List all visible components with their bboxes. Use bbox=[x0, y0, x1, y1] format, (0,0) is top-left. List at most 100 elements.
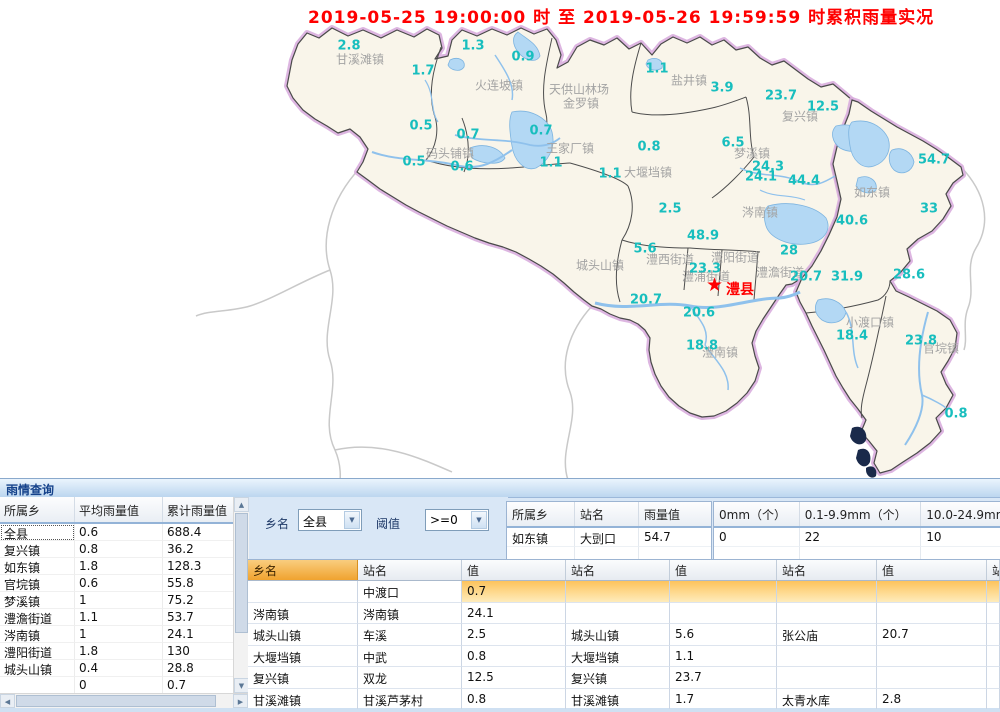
panel-titlebar: 雨情查询 bbox=[0, 479, 1000, 498]
rainfall-value-label: 1.7 bbox=[411, 64, 434, 79]
table-row[interactable]: 如东镇1.8128.3 bbox=[0, 558, 233, 575]
detail-table-body: 中渡口0.7涔南镇涔南镇24.1城头山镇车溪2.5城头山镇5.6张公庙20.7大… bbox=[248, 581, 1000, 709]
station-table-header: 所属乡 站名 雨量值 bbox=[507, 502, 711, 528]
col-header-total-rain[interactable]: 累计雨量值 bbox=[163, 497, 233, 522]
table-cell: 张公庙 bbox=[777, 624, 877, 646]
table-cell: 75.2 bbox=[163, 592, 233, 609]
table-cell: 0.6 bbox=[75, 524, 163, 541]
col-header[interactable]: 站名 bbox=[358, 560, 462, 580]
county-marker-star: ★ bbox=[706, 276, 723, 295]
table-cell bbox=[877, 667, 987, 689]
table-row[interactable]: 城头山镇车溪2.5城头山镇5.6张公庙20.7 bbox=[248, 624, 1000, 646]
table-cell bbox=[0, 677, 75, 694]
rain-bucket-stats-table: 0mm（个） 0.1-9.9mm（个） 10.0-24.9mm（个） 0 22 … bbox=[713, 501, 1000, 561]
scrollbar-thumb[interactable] bbox=[235, 513, 248, 633]
rainfall-value-label: 31.9 bbox=[831, 270, 863, 285]
map-title: 2019-05-25 19:00:00 时 至 2019-05-26 19:59… bbox=[308, 3, 968, 28]
col-header-avg-rain[interactable]: 平均雨量值 bbox=[75, 497, 163, 522]
table-cell bbox=[566, 581, 670, 603]
table-cell bbox=[987, 646, 1000, 668]
table-cell bbox=[987, 603, 1000, 625]
station-detail-table: 乡名站名值站名值站名值站 中渡口0.7涔南镇涔南镇24.1城头山镇车溪2.5城头… bbox=[248, 559, 1000, 709]
table-row[interactable]: 澧阳街道1.8130 bbox=[0, 643, 233, 660]
col-header-0.1-9.9mm[interactable]: 0.1-9.9mm（个） bbox=[800, 502, 922, 526]
col-header-township[interactable]: 所属乡 bbox=[0, 497, 75, 522]
table-cell bbox=[987, 581, 1000, 603]
table-cell bbox=[248, 581, 358, 603]
scroll-down-icon[interactable]: ▼ bbox=[234, 678, 249, 693]
table-row[interactable]: 梦溪镇175.2 bbox=[0, 592, 233, 609]
col-header-station[interactable]: 站名 bbox=[575, 502, 639, 526]
table-cell: 130 bbox=[163, 643, 233, 660]
rainfall-value-label: 12.5 bbox=[807, 100, 839, 115]
table-cell: 如东镇 bbox=[0, 558, 75, 575]
map-canvas[interactable]: 甘溪滩镇火连坡镇天供山林场金罗镇盐井镇复兴镇码头铺镇王家厂镇大堰垱镇梦溪镇涔南镇… bbox=[0, 0, 1000, 480]
township-combobox[interactable]: 全县 ▼ bbox=[298, 509, 362, 531]
table-cell: 1.8 bbox=[75, 558, 163, 575]
query-panel: 雨情查询 所属乡 平均雨量值 累计雨量值 全县0.6688.4复兴镇0.836.… bbox=[0, 478, 1000, 712]
horizontal-scrollbar[interactable]: ◀ ▶ bbox=[0, 693, 248, 709]
table-row[interactable]: 复兴镇0.836.2 bbox=[0, 541, 233, 558]
table-cell bbox=[987, 689, 1000, 710]
col-header[interactable]: 值 bbox=[462, 560, 566, 580]
rainfall-value-label: 0.8 bbox=[637, 140, 660, 155]
table-row[interactable]: 涔南镇涔南镇24.1 bbox=[248, 603, 1000, 625]
table-row[interactable]: 0 22 10 bbox=[714, 528, 1000, 547]
table-row[interactable]: 复兴镇双龙12.5复兴镇23.7 bbox=[248, 667, 1000, 689]
table-cell: 55.8 bbox=[163, 575, 233, 592]
table-row[interactable]: 澧澹街道1.153.7 bbox=[0, 609, 233, 626]
stats-table-header: 0mm（个） 0.1-9.9mm（个） 10.0-24.9mm（个） bbox=[714, 502, 1000, 528]
col-header-10-24.9mm[interactable]: 10.0-24.9mm（个） bbox=[921, 502, 1000, 526]
col-header-rainvalue[interactable]: 雨量值 bbox=[639, 502, 711, 526]
rainfall-value-label: 28.6 bbox=[893, 268, 925, 283]
scroll-up-icon[interactable]: ▲ bbox=[234, 497, 249, 512]
table-row[interactable]: 官垸镇0.655.8 bbox=[0, 575, 233, 592]
table-cell: 1.1 bbox=[75, 609, 163, 626]
rainfall-value-label: 6.5 bbox=[721, 136, 744, 151]
town-label: 大堰垱镇 bbox=[624, 164, 672, 181]
col-header[interactable]: 站 bbox=[987, 560, 1000, 580]
table-cell: 中渡口 bbox=[358, 581, 462, 603]
table-row[interactable]: 中渡口0.7 bbox=[248, 581, 1000, 603]
table-cell bbox=[670, 603, 777, 625]
rainfall-value-label: 2.8 bbox=[337, 39, 360, 54]
rainfall-value-label: 1.1 bbox=[598, 167, 621, 182]
chevron-down-icon[interactable]: ▼ bbox=[471, 511, 487, 529]
rainfall-value-label: 33 bbox=[920, 202, 938, 217]
cell-count-0mm: 0 bbox=[714, 528, 800, 547]
rainfall-value-label: 23.7 bbox=[765, 89, 797, 104]
table-cell bbox=[777, 603, 877, 625]
scroll-right-icon[interactable]: ▶ bbox=[233, 694, 248, 708]
chevron-down-icon[interactable]: ▼ bbox=[344, 511, 360, 529]
rainfall-value-label: 40.6 bbox=[836, 214, 868, 229]
col-header[interactable]: 站名 bbox=[777, 560, 877, 580]
township-combobox-value: 全县 bbox=[303, 513, 327, 530]
scrollbar-thumb[interactable] bbox=[16, 695, 216, 707]
table-cell: 0 bbox=[75, 677, 163, 694]
table-cell: 24.1 bbox=[163, 626, 233, 643]
table-row[interactable]: 00.7 bbox=[0, 677, 233, 694]
table-row[interactable]: 全县0.6688.4 bbox=[0, 524, 233, 541]
vertical-scrollbar[interactable]: ▲ ▼ bbox=[233, 497, 249, 693]
col-header-township[interactable]: 所属乡 bbox=[507, 502, 575, 526]
table-cell: 涔南镇 bbox=[0, 626, 75, 643]
cell-count-10-24.9mm: 10 bbox=[921, 528, 1000, 547]
scroll-left-icon[interactable]: ◀ bbox=[0, 694, 15, 708]
rainfall-value-label: 0.7 bbox=[529, 124, 552, 139]
town-label: 城头山镇 bbox=[576, 257, 624, 274]
col-header[interactable]: 值 bbox=[877, 560, 987, 580]
table-row[interactable]: 大堰垱镇中武0.8大堰垱镇1.1 bbox=[248, 646, 1000, 668]
table-cell: 复兴镇 bbox=[566, 667, 670, 689]
threshold-combobox[interactable]: >=0 ▼ bbox=[425, 509, 489, 531]
table-cell: 0.8 bbox=[462, 689, 566, 710]
col-header[interactable]: 乡名 bbox=[248, 560, 358, 580]
table-cell: 中武 bbox=[358, 646, 462, 668]
table-row[interactable]: 甘溪滩镇甘溪芦茅村0.8甘溪滩镇1.7太青水库2.8 bbox=[248, 689, 1000, 710]
col-header[interactable]: 值 bbox=[670, 560, 777, 580]
col-header[interactable]: 站名 bbox=[566, 560, 670, 580]
table-cell: 0.6 bbox=[75, 575, 163, 592]
table-row[interactable]: 如东镇 大剅口 54.7 bbox=[507, 528, 711, 547]
table-row[interactable]: 涔南镇124.1 bbox=[0, 626, 233, 643]
col-header-0mm[interactable]: 0mm（个） bbox=[714, 502, 800, 526]
table-row[interactable]: 城头山镇0.428.8 bbox=[0, 660, 233, 677]
